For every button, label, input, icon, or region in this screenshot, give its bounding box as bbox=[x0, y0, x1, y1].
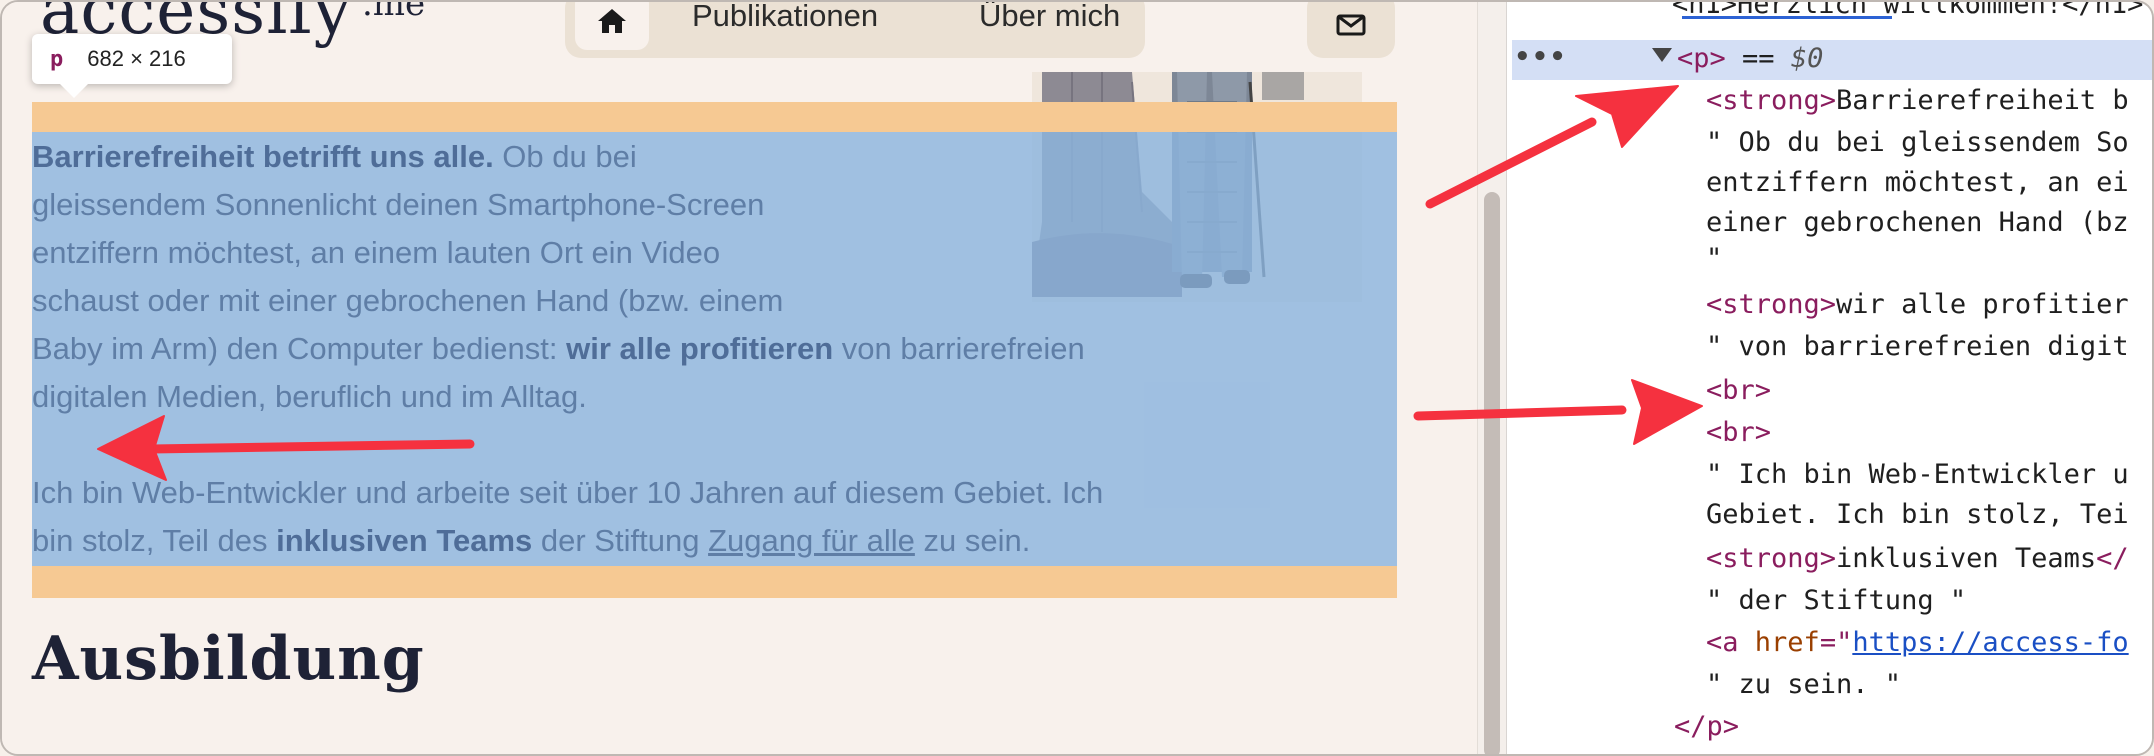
paragraph-line: gleissendem Sonnenlicht deinen Smartphon… bbox=[32, 187, 765, 222]
screenshot-frame: accessify .me Publikationen Über mich p … bbox=[0, 0, 2154, 756]
home-button[interactable] bbox=[575, 2, 649, 50]
paragraph-line: Baby im Arm) den Computer bedienst: wir … bbox=[32, 331, 1085, 366]
dom-node-p-selected[interactable]: <p> == $0 bbox=[1677, 42, 1823, 76]
paragraph-line: Ich bin Web-Entwickler und arbeite seit … bbox=[32, 475, 1104, 510]
web-page-viewport: accessify .me Publikationen Über mich p … bbox=[2, 2, 1477, 754]
dom-text-node[interactable]: " von barrierefreien digit bbox=[1706, 330, 2129, 364]
dom-text-node[interactable]: entziffern möchtest, an ei bbox=[1706, 166, 2129, 200]
home-icon bbox=[598, 9, 626, 33]
paragraph-line: entziffern möchtest, an einem lauten Ort… bbox=[32, 235, 721, 270]
nav-link-publikationen[interactable]: Publikationen bbox=[692, 2, 878, 34]
dom-node-h1[interactable]: <h1>Herzlich willkommen!</h1> bbox=[1672, 2, 2143, 22]
section-heading-ausbildung: Ausbildung bbox=[32, 624, 425, 694]
paragraph-line: bin stolz, Teil des inklusiven Teams der… bbox=[32, 523, 1031, 558]
dom-node-selected-row[interactable] bbox=[1512, 40, 2152, 80]
page-scrollbar-thumb[interactable] bbox=[1484, 192, 1500, 754]
dom-text-node[interactable]: Gebiet. Ich bin stolz, Tei bbox=[1706, 498, 2129, 532]
strong-text: inklusiven Teams bbox=[276, 523, 533, 558]
dom-node-p-close[interactable]: </p> bbox=[1674, 710, 1739, 744]
mail-icon bbox=[1336, 14, 1366, 36]
dom-text-node[interactable]: " Ich bin Web-Entwickler u bbox=[1706, 458, 2129, 492]
dom-node-br[interactable]: <br> bbox=[1706, 416, 1771, 450]
dom-text-node[interactable]: " bbox=[1706, 242, 1722, 276]
margin-highlight-top bbox=[32, 102, 1397, 132]
strong-text: Barrierefreiheit betrifft uns alle. bbox=[32, 139, 494, 174]
collapse-triangle-icon[interactable] bbox=[1652, 48, 1672, 62]
strong-text: wir alle profitieren bbox=[566, 331, 834, 366]
contact-button[interactable] bbox=[1307, 2, 1395, 58]
dom-text-node[interactable]: " der Stiftung " bbox=[1706, 584, 1966, 618]
paragraph-line: digitalen Medien, beruflich und im Allta… bbox=[32, 379, 587, 414]
dom-text-node[interactable]: einer gebrochenen Hand (bz bbox=[1706, 206, 2129, 240]
dom-node-strong[interactable]: <strong>Barrierefreiheit b bbox=[1706, 84, 2129, 118]
dom-node-strong[interactable]: <strong>wir alle profitier bbox=[1706, 288, 2129, 322]
paragraph-line: Barrierefreiheit betrifft uns alle. Ob d… bbox=[32, 139, 637, 174]
dom-text-node[interactable]: " zu sein. " bbox=[1706, 668, 1901, 702]
tooltip-tag-name: p bbox=[50, 46, 64, 72]
dom-node-a[interactable]: <a href="https://access-fo bbox=[1706, 626, 2129, 660]
zugang-fuer-alle-link[interactable]: Zugang für alle bbox=[708, 523, 915, 558]
paragraph-line: schaust oder mit einer gebrochenen Hand … bbox=[32, 283, 784, 318]
inspector-tooltip: p 682 × 216 bbox=[32, 34, 232, 98]
nav-link-ueber-mich[interactable]: Über mich bbox=[979, 2, 1120, 34]
tooltip-dimensions: 682 × 216 bbox=[87, 46, 186, 71]
dom-node-br[interactable]: <br> bbox=[1706, 374, 1771, 408]
href-link: https://access-fo bbox=[1852, 627, 2129, 658]
more-options-icon[interactable]: ••• bbox=[1514, 42, 1567, 72]
site-logo-tld: .me bbox=[362, 2, 426, 24]
dom-text-node[interactable]: " Ob du bei gleissendem So bbox=[1706, 126, 2129, 160]
dom-node-strong[interactable]: <strong>inklusiven Teams</ bbox=[1706, 542, 2129, 576]
margin-highlight-bottom bbox=[32, 566, 1397, 598]
